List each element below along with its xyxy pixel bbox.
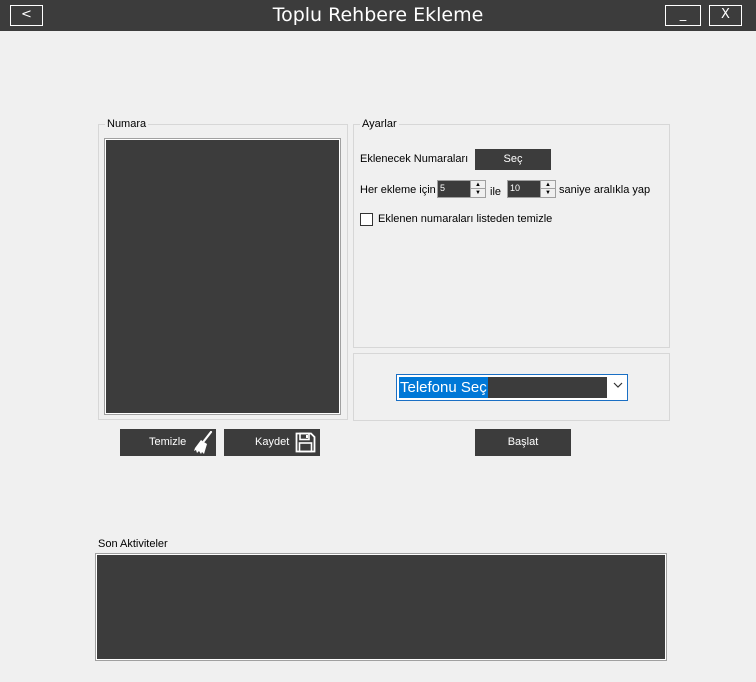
ile-label: ile (490, 186, 502, 198)
minimize-button[interactable]: _ (665, 5, 701, 26)
min-interval-value: 5 (440, 183, 446, 193)
min-interval-arrows[interactable]: ▲ ▼ (470, 181, 485, 197)
spin-up-icon[interactable]: ▲ (471, 181, 485, 189)
max-interval-arrows[interactable]: ▲ ▼ (540, 181, 555, 197)
ayarlar-group-label: Ayarlar (360, 118, 399, 131)
spin-down-icon[interactable]: ▼ (541, 189, 555, 197)
her-ekleme-label: Her ekleme için (360, 184, 436, 196)
clear-list-label: Eklenen numaraları listeden temizle (378, 213, 553, 225)
max-interval-spinner[interactable]: 10 ▲ ▼ (507, 180, 556, 198)
activities-textbox[interactable] (95, 553, 667, 661)
spin-up-icon[interactable]: ▲ (541, 181, 555, 189)
kaydet-button[interactable]: Kaydet (224, 429, 320, 456)
temizle-button[interactable]: Temizle (120, 429, 216, 456)
window-title: Toplu Rehbere Ekleme (272, 4, 484, 26)
title-bar: < Toplu Rehbere Ekleme _ X (0, 0, 756, 31)
numara-textbox[interactable] (104, 138, 341, 415)
floppy-disk-icon (295, 432, 316, 456)
eklenecek-label: Eklenecek Numaraları (360, 153, 469, 165)
spin-down-icon[interactable]: ▼ (471, 189, 485, 197)
saniye-label: saniye aralıkla yap (559, 184, 651, 196)
min-interval-spinner[interactable]: 5 ▲ ▼ (437, 180, 486, 198)
sec-button[interactable]: Seç (475, 149, 551, 170)
max-interval-value: 10 (510, 183, 521, 193)
phone-select-dropdown[interactable]: Telefonu Seç (396, 374, 628, 401)
broom-icon (192, 430, 214, 458)
clear-list-checkbox[interactable] (360, 213, 373, 226)
phone-select-value: Telefonu Seç (399, 377, 488, 398)
baslat-button[interactable]: Başlat (475, 429, 571, 456)
kaydet-button-label: Kaydet (255, 436, 290, 448)
numara-group-label: Numara (105, 118, 149, 131)
phone-select-field: Telefonu Seç (399, 377, 607, 398)
close-button[interactable]: X (709, 5, 742, 26)
chevron-down-icon[interactable] (613, 378, 623, 395)
temizle-button-label: Temizle (149, 436, 187, 448)
activities-label: Son Aktiviteler (98, 538, 168, 550)
